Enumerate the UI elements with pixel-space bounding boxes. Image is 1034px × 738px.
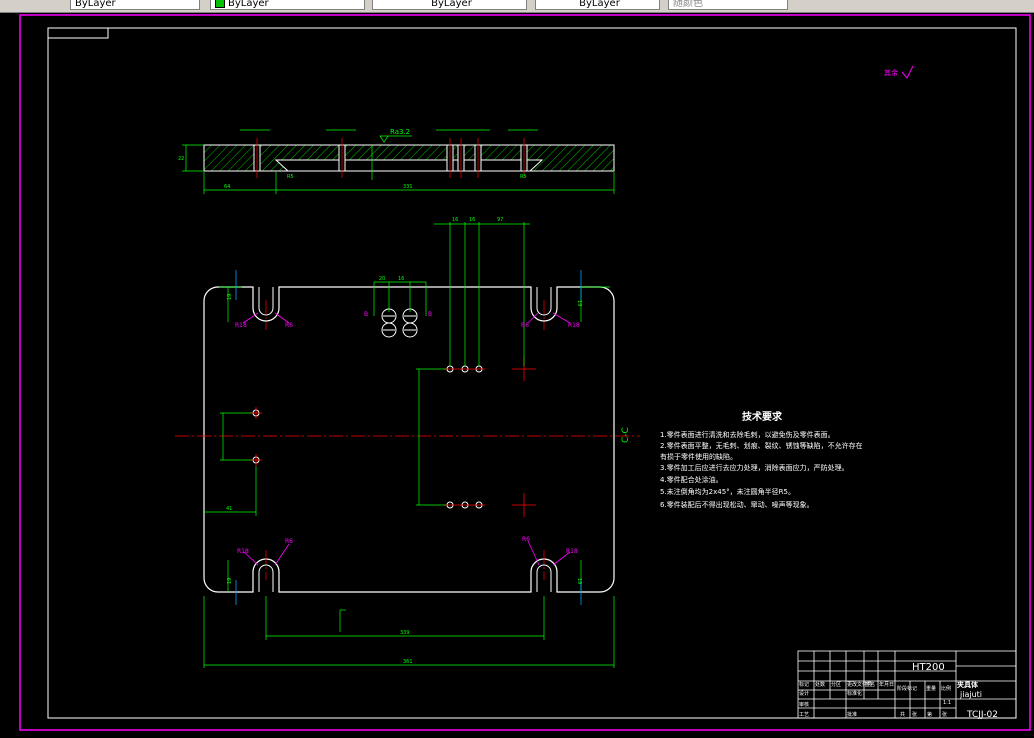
- bottom-361-dim: 361: [403, 659, 413, 665]
- section-b-right: B: [428, 311, 432, 318]
- color-dropdown[interactable]: ByLayer: [210, 0, 365, 10]
- plate-outline: [203, 286, 615, 593]
- color-swatch-icon: [215, 0, 225, 8]
- top-dim-b: 16: [469, 217, 475, 223]
- side-overall-dim: 331: [403, 184, 413, 190]
- side-label-4: 工艺: [799, 712, 809, 718]
- corner-note-text: 其余: [884, 68, 898, 77]
- scale-text: 1:1: [943, 700, 951, 706]
- section-b-left: B: [364, 311, 368, 318]
- r6-label-tr: R6: [521, 322, 529, 329]
- drawing-no-text: TCJJ-02: [966, 710, 998, 720]
- plotstyle-dropdown[interactable]: 随颜色: [668, 0, 788, 10]
- tech-note-4: 3.零件加工后应进行去应力处理，消除表面应力，严防处理。: [660, 463, 849, 472]
- plan-view: R18 R6 R6 R18 R18 R6 R6 R18 B B 19 19 19…: [175, 217, 640, 668]
- bottom-339-dim: 339: [400, 630, 410, 636]
- tech-note-3: 有损于零件使用的缺陷。: [660, 452, 737, 461]
- left-dim: 41: [226, 506, 232, 512]
- drawing-svg: 其余 64 331 22 R5 R5 Ra3.2 R18 R6 R6 R18 R…: [19, 14, 1031, 731]
- material-text: HT200: [912, 662, 945, 673]
- sheet-label-2: 张: [912, 711, 917, 718]
- drawing-canvas[interactable]: 其余 64 331 22 R5 R5 Ra3.2 R18 R6 R6 R18 R…: [0, 12, 1034, 734]
- r6-label-tl: R6: [285, 322, 293, 329]
- d19-label-br: 19: [576, 578, 582, 584]
- hole-dim-a: 20: [379, 276, 385, 282]
- row-label-2: 处数: [815, 681, 825, 688]
- side-thickness-dim: 22: [178, 156, 184, 162]
- side-label-1: 设计: [799, 690, 809, 697]
- r6-label-br: R6: [522, 536, 530, 543]
- top-dim-a: 16: [452, 217, 458, 223]
- lineweight-value: ByLayer: [579, 0, 620, 9]
- d19-label-tr: 19: [576, 300, 582, 306]
- r18-label-tl: R18: [235, 322, 247, 329]
- linetype-dropdown[interactable]: ByLayer: [372, 0, 527, 10]
- col-label-3: 比例: [941, 685, 951, 692]
- sheet-border: [19, 14, 1031, 731]
- title-block: HT200 夹具体 jiajuti TCJJ-02 标记 处数 分区 更改文件号…: [797, 650, 1017, 720]
- tech-note-7: 6.零件装配后不得出现松动、窜动、噪声等现象。: [660, 500, 814, 509]
- side-label-5: 批准: [847, 711, 857, 718]
- side-section-view: 64 331 22 R5 R5 Ra3.2: [178, 128, 615, 194]
- sheet-label-1: 共: [900, 711, 905, 718]
- d19-label-bl: 19: [227, 578, 233, 584]
- corner-roughness-note: 其余: [884, 65, 914, 79]
- row-label-3: 分区: [831, 681, 841, 688]
- tech-note-6: 5.未注倒角均为2x45°，未注圆角半径R5。: [660, 487, 795, 496]
- col-label-2: 重量: [926, 685, 936, 692]
- sheet-label-3: 第: [927, 711, 932, 718]
- col-label-1: 阶段标记: [897, 685, 917, 692]
- tech-note-1: 1.零件表面进行清洗和去除毛刺，以避免伤及零件表面。: [660, 430, 835, 439]
- side-label-3: 审核: [799, 701, 809, 708]
- lineweight-dropdown[interactable]: ByLayer: [535, 0, 660, 10]
- hole-dim-b: 16: [398, 276, 404, 282]
- r6-label-bl: R6: [285, 538, 293, 545]
- layer-dropdown[interactable]: ByLayer: [70, 0, 200, 10]
- side-left-dim: 64: [224, 184, 230, 190]
- side-r1-dim: R5: [287, 174, 294, 180]
- section-label: C-C: [621, 427, 631, 443]
- drawing-frame: [47, 27, 1017, 719]
- row-label-1: 标记: [799, 681, 809, 688]
- part-name-text: 夹具体: [957, 680, 979, 689]
- tech-note-5: 4.零件配合处涂油。: [660, 475, 723, 484]
- plotstyle-value: 随颜色: [673, 0, 703, 9]
- tech-note-2: 2.零件表面平整，无毛刺、划痕、裂纹、锈蚀等缺陷，不允许存在: [660, 441, 863, 450]
- side-label-2: 标准化: [847, 690, 862, 697]
- r18-label-tr: R18: [568, 322, 580, 329]
- pinyin-text: jiajuti: [959, 690, 982, 699]
- side-r2-dim: R5: [520, 174, 527, 180]
- tech-title: 技术要求: [742, 410, 783, 423]
- linetype-value: ByLayer: [431, 0, 472, 9]
- d19-label-tl: 19: [227, 294, 233, 300]
- r18-label-br: R18: [566, 548, 578, 555]
- row-label-5: 签名: [865, 681, 875, 688]
- r18-label-bl: R18: [237, 548, 249, 555]
- row-label-6: 年月日: [879, 681, 894, 688]
- top-dim-c: 97: [497, 217, 503, 223]
- roughness-symbol-icon: [901, 65, 914, 79]
- corner-box: [47, 27, 109, 39]
- sheet-label-4: 张: [942, 711, 947, 718]
- color-value: ByLayer: [228, 0, 269, 9]
- technical-notes: 技术要求 1.零件表面进行清洗和去除毛刺，以避免伤及零件表面。 2.零件表面平整…: [660, 410, 863, 509]
- layer-value: ByLayer: [75, 0, 116, 9]
- roughness-label: Ra3.2: [390, 128, 410, 136]
